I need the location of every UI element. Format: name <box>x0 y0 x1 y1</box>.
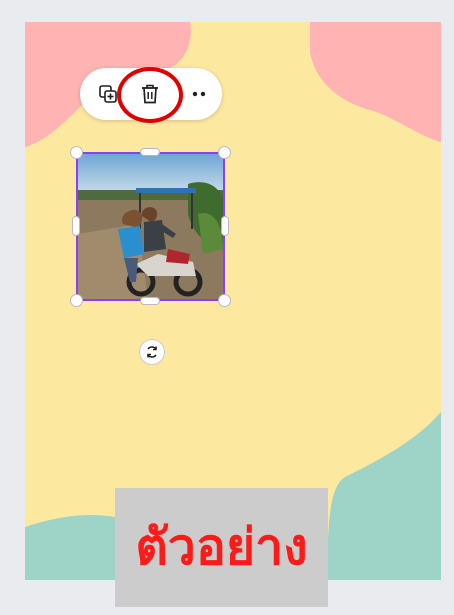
resize-handle-left[interactable] <box>72 216 80 236</box>
watermark-label: ตัวอย่าง <box>115 488 328 607</box>
duplicate-button[interactable] <box>92 78 124 110</box>
resize-handle-bottom-right[interactable] <box>218 294 231 307</box>
more-options-button[interactable] <box>186 78 214 110</box>
duplicate-icon <box>99 85 117 103</box>
editor-stage: ตัวอย่าง <box>0 0 454 615</box>
resize-handle-top[interactable] <box>140 148 160 156</box>
rotate-icon <box>147 346 157 358</box>
resize-handle-top-left[interactable] <box>70 146 83 159</box>
resize-handle-bottom-left[interactable] <box>70 294 83 307</box>
delete-button[interactable] <box>134 78 166 110</box>
selected-image[interactable] <box>76 152 225 301</box>
motorbike-photo <box>78 154 223 299</box>
more-horizontal-icon <box>192 91 206 97</box>
element-toolbar <box>80 68 222 120</box>
resize-handle-top-right[interactable] <box>218 146 231 159</box>
trash-icon <box>142 84 158 104</box>
resize-handle-bottom[interactable] <box>140 297 160 305</box>
resize-handle-right[interactable] <box>221 216 229 236</box>
rotate-button[interactable] <box>139 339 165 365</box>
